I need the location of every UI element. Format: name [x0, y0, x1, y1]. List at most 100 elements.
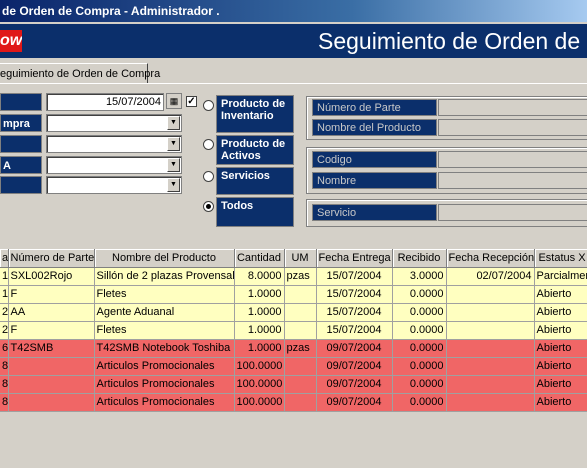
table-cell[interactable]: 0.0000	[392, 321, 447, 340]
table-cell[interactable]: F	[8, 321, 95, 340]
column-header[interactable]: Número de Parte	[8, 249, 95, 268]
chevron-down-icon[interactable]: ▼	[167, 178, 180, 192]
table-cell[interactable]: 8.0000	[234, 267, 285, 286]
column-header[interactable]: Nombre del Producto	[94, 249, 235, 268]
table-cell[interactable]: 1.0000	[234, 303, 285, 322]
table-cell[interactable]: 100.0000	[234, 375, 285, 394]
table-cell[interactable]: 100.0000	[234, 357, 285, 376]
table-cell[interactable]: Abierto	[534, 375, 587, 394]
column-header[interactable]: Estatus X	[534, 249, 587, 268]
table-cell[interactable]: SXL002Rojo	[8, 267, 95, 286]
table-cell[interactable]: 0.0000	[392, 375, 447, 394]
table-cell[interactable]: Abierto	[534, 357, 587, 376]
table-cell[interactable]: 15/07/2004	[316, 285, 393, 304]
date-checkbox[interactable]: ✓	[186, 96, 197, 107]
table-cell[interactable]	[446, 357, 535, 376]
radio-activos[interactable]	[203, 139, 214, 150]
column-header[interactable]: UM	[284, 249, 317, 268]
table-cell[interactable]	[284, 357, 317, 376]
table-cell[interactable]: 09/07/2004	[316, 393, 393, 412]
table-cell[interactable]: 1.0000	[234, 339, 285, 358]
table-cell[interactable]: 09/07/2004	[316, 357, 393, 376]
column-header[interactable]: Fecha Entrega	[316, 249, 393, 268]
column-header[interactable]: Fecha Recepción	[446, 249, 535, 268]
table-row[interactable]: 6 T42SMB T42SMB Notebook Toshiba 1.0000 pzas…	[0, 339, 587, 358]
table-row[interactable]: 8 Articulos Promocionales 100.0000 09/07/20…	[0, 357, 587, 376]
table-cell[interactable]: Fletes	[94, 321, 235, 340]
table-cell[interactable]: 1	[0, 267, 9, 286]
table-cell[interactable]	[8, 357, 95, 376]
table-cell[interactable]: 15/07/2004	[316, 267, 393, 286]
table-cell[interactable]: 100.0000	[234, 393, 285, 412]
tab-seguimiento[interactable]: eguimiento de Orden de Compra	[0, 63, 160, 84]
table-row[interactable]: 8 Articulos Promocionales 100.0000 09/07/20…	[0, 393, 587, 412]
table-row[interactable]: 1 SXL002Rojo Sillón de 2 plazas Provensal …	[0, 267, 587, 286]
table-cell[interactable]: 1	[0, 285, 9, 304]
table-cell[interactable]: 8	[0, 393, 9, 412]
table-cell[interactable]: Sillón de 2 plazas Provensal V	[94, 267, 235, 286]
numero-parte-field[interactable]	[438, 99, 587, 116]
table-cell[interactable]: T42SMB Notebook Toshiba	[94, 339, 235, 358]
table-cell[interactable]: 1.0000	[234, 321, 285, 340]
table-cell[interactable]: Articulos Promocionales	[94, 375, 235, 394]
option-servicios[interactable]: Servicios	[216, 167, 294, 195]
table-cell[interactable]	[446, 339, 535, 358]
table-cell[interactable]: 0.0000	[392, 339, 447, 358]
filter-dropdown-4[interactable]: ▼	[46, 176, 182, 194]
table-cell[interactable]: 0.0000	[392, 393, 447, 412]
table-cell[interactable]: 0.0000	[392, 303, 447, 322]
codigo-field[interactable]	[438, 151, 587, 168]
table-cell[interactable]	[446, 375, 535, 394]
table-row[interactable]: 1 F Fletes 1.0000 15/07/2004 0.0000 Abierto	[0, 285, 587, 304]
table-row[interactable]: 2 F Fletes 1.0000 15/07/2004 0.0000 Abierto	[0, 321, 587, 340]
table-cell[interactable]	[284, 285, 317, 304]
table-cell[interactable]: 02/07/2004	[446, 267, 535, 286]
chevron-down-icon[interactable]: ▼	[167, 137, 180, 151]
filter-dropdown-1[interactable]: ▼	[46, 114, 182, 132]
chevron-down-icon[interactable]: ▼	[167, 116, 180, 130]
chevron-down-icon[interactable]: ▼	[167, 158, 180, 172]
table-cell[interactable]: Abierto	[534, 393, 587, 412]
table-cell[interactable]: Abierto	[534, 321, 587, 340]
table-cell[interactable]: Abierto	[534, 303, 587, 322]
table-row[interactable]: 8 Articulos Promocionales 100.0000 09/07/20…	[0, 375, 587, 394]
column-header[interactable]: Cantidad	[234, 249, 285, 268]
radio-servicios[interactable]	[203, 171, 214, 182]
nombre-field[interactable]	[438, 172, 587, 189]
table-cell[interactable]	[446, 393, 535, 412]
table-cell[interactable]: Articulos Promocionales	[94, 357, 235, 376]
radio-inventario[interactable]	[203, 100, 214, 111]
table-cell[interactable]: Abierto	[534, 339, 587, 358]
table-cell[interactable]	[284, 393, 317, 412]
filter-dropdown-3[interactable]: ▼	[46, 156, 182, 174]
table-cell[interactable]: Abierto	[534, 285, 587, 304]
table-cell[interactable]: 09/07/2004	[316, 339, 393, 358]
option-inventario[interactable]: Producto de Inventario	[216, 95, 294, 133]
date-field[interactable]: 15/07/2004	[46, 93, 164, 111]
filter-dropdown-2[interactable]: ▼	[46, 135, 182, 153]
table-cell[interactable]: Fletes	[94, 285, 235, 304]
table-row[interactable]: 2 AA Agente Aduanal 1.0000 15/07/2004 0.0000 A…	[0, 303, 587, 322]
table-cell[interactable]: 09/07/2004	[316, 375, 393, 394]
table-cell[interactable]: 3.0000	[392, 267, 447, 286]
table-cell[interactable]	[446, 321, 535, 340]
table-cell[interactable]: 1.0000	[234, 285, 285, 304]
table-cell[interactable]: T42SMB	[8, 339, 95, 358]
table-cell[interactable]	[8, 393, 95, 412]
table-cell[interactable]: 15/07/2004	[316, 303, 393, 322]
table-cell[interactable]: pzas	[284, 267, 317, 286]
table-cell[interactable]: Agente Aduanal	[94, 303, 235, 322]
table-cell[interactable]: 0.0000	[392, 285, 447, 304]
table-cell[interactable]: 8	[0, 375, 9, 394]
table-cell[interactable]	[446, 303, 535, 322]
table-cell[interactable]: pzas	[284, 339, 317, 358]
table-cell[interactable]: 0.0000	[392, 357, 447, 376]
table-cell[interactable]	[284, 303, 317, 322]
table-cell[interactable]: F	[8, 285, 95, 304]
radio-todos[interactable]	[203, 201, 214, 212]
table-cell[interactable]: Parcialmer	[534, 267, 587, 286]
table-cell[interactable]	[446, 285, 535, 304]
nombre-producto-field[interactable]	[438, 119, 587, 136]
column-header[interactable]: a	[0, 249, 9, 268]
option-activos[interactable]: Producto de Activos	[216, 135, 294, 165]
